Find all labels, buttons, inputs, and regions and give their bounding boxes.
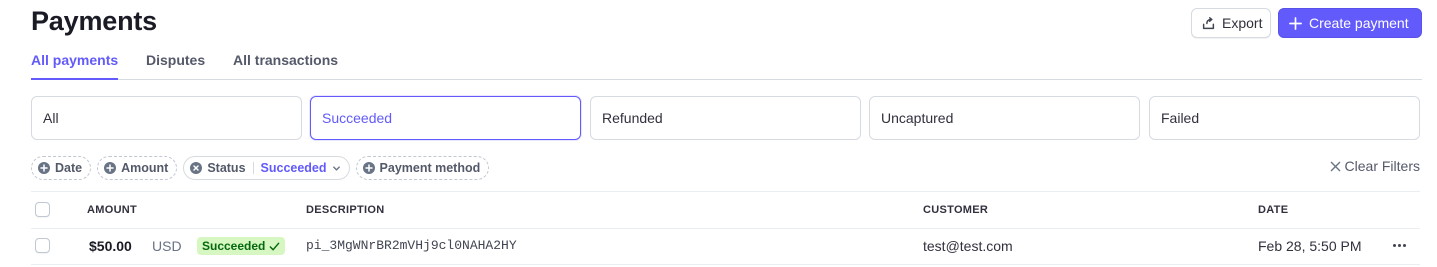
more-actions-icon[interactable]	[1393, 244, 1406, 247]
amount-filter-chip[interactable]: Amount	[97, 156, 178, 180]
status-filter-label: Status	[207, 161, 246, 175]
row-checkbox[interactable]	[35, 238, 50, 253]
date-filter-chip[interactable]: Date	[31, 156, 92, 180]
divider	[31, 228, 1420, 229]
page-title: Payments	[31, 6, 157, 36]
checkmark-icon	[270, 242, 280, 250]
status-badge: Succeeded	[197, 237, 286, 255]
add-circle-icon	[38, 162, 50, 174]
filter-bar: Date Amount Status Succeeded Payment met…	[31, 156, 490, 180]
payment-currency: USD	[152, 238, 182, 254]
divider	[31, 264, 1420, 265]
column-header-customer[interactable]: CUSTOMER	[923, 204, 988, 216]
payment-method-filter-chip[interactable]: Payment method	[355, 156, 490, 180]
status-card-all[interactable]: All	[31, 96, 302, 140]
export-icon	[1202, 16, 1215, 29]
column-header-date[interactable]: DATE	[1258, 204, 1288, 216]
create-payment-button[interactable]: Create payment	[1278, 8, 1422, 38]
status-card-label: Succeeded	[322, 110, 393, 126]
status-card-refunded[interactable]: Refunded	[590, 96, 861, 140]
export-button[interactable]: Export	[1191, 8, 1271, 38]
column-header-amount[interactable]: AMOUNT	[87, 204, 137, 216]
tab-all-transactions[interactable]: All transactions	[233, 52, 338, 79]
chevron-down-icon	[332, 165, 340, 171]
tab-bar: All payments Disputes All transactions	[31, 52, 1422, 80]
payment-method-filter-label: Payment method	[379, 161, 481, 175]
close-icon	[1330, 161, 1340, 171]
status-card-succeeded[interactable]: Succeeded	[310, 96, 581, 140]
filter-divider	[252, 162, 254, 174]
payment-description: pi_3MgWNrBR2mVHj9cl0NAHA2HY	[306, 238, 517, 253]
status-card-failed[interactable]: Failed	[1149, 96, 1420, 140]
tab-all-payments[interactable]: All payments	[31, 52, 119, 80]
status-card-label: Refunded	[602, 110, 663, 126]
select-all-checkbox[interactable]	[35, 202, 50, 217]
divider	[31, 191, 1420, 192]
date-filter-label: Date	[55, 161, 83, 175]
payment-date: Feb 28, 5:50 PM	[1258, 238, 1362, 254]
tab-disputes[interactable]: Disputes	[146, 52, 205, 79]
column-header-description[interactable]: DESCRIPTION	[306, 204, 384, 216]
status-card-label: Failed	[1161, 110, 1200, 126]
amount-filter-label: Amount	[121, 161, 169, 175]
status-badge-label: Succeeded	[202, 239, 266, 253]
status-card-label: Uncaptured	[881, 110, 954, 126]
clear-filters-label: Clear Filters	[1344, 158, 1420, 174]
clear-filters-button[interactable]: Clear Filters	[1330, 158, 1420, 174]
status-filter-chip[interactable]: Status Succeeded	[183, 156, 350, 180]
create-payment-label: Create payment	[1309, 15, 1409, 31]
status-filter-value: Succeeded	[260, 161, 327, 175]
status-card-label: All	[43, 110, 59, 126]
export-label: Export	[1222, 15, 1263, 31]
add-circle-icon	[104, 162, 117, 174]
remove-circle-icon[interactable]	[190, 162, 203, 174]
payment-amount: $50.00	[89, 238, 132, 254]
plus-icon	[1289, 16, 1302, 30]
status-card-uncaptured[interactable]: Uncaptured	[869, 96, 1140, 140]
customer-email[interactable]: test@test.com	[923, 238, 1013, 254]
add-circle-icon	[362, 162, 375, 174]
